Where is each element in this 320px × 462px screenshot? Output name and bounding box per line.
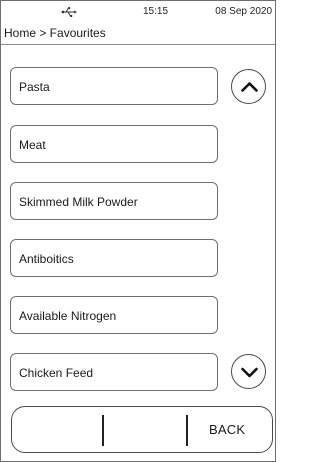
usb-icon	[61, 6, 77, 17]
device-screen: 15:15 08 Sep 2020 Home > Favourites Past…	[0, 0, 276, 462]
chevron-up-icon	[241, 82, 258, 92]
favourite-item-antiboitics[interactable]: Antiboitics	[10, 239, 218, 277]
favourite-item-label: Available Nitrogen	[19, 309, 117, 323]
favourite-item-label: Meat	[19, 138, 46, 152]
back-button-label: BACK	[209, 422, 246, 437]
favourite-item-skimmed-milk-powder[interactable]: Skimmed Milk Powder	[10, 182, 218, 220]
favourite-item-pasta[interactable]: Pasta	[10, 67, 218, 105]
favourite-item-chicken-feed[interactable]: Chicken Feed	[10, 353, 218, 391]
breadcrumb: Home > Favourites	[4, 26, 106, 40]
scroll-down-button[interactable]	[231, 354, 266, 389]
favourite-item-meat[interactable]: Meat	[10, 125, 218, 163]
back-button[interactable]: BACK	[188, 407, 272, 452]
bottom-left-button[interactable]	[12, 407, 102, 452]
favourite-item-label: Antiboitics	[19, 252, 74, 266]
bottom-middle-button[interactable]	[104, 407, 186, 452]
chevron-down-icon	[241, 367, 258, 378]
status-bar: 15:15 08 Sep 2020	[1, 1, 275, 23]
status-time: 15:15	[143, 6, 169, 17]
favourite-item-label: Pasta	[19, 80, 50, 94]
favourite-item-available-nitrogen[interactable]: Available Nitrogen	[10, 296, 218, 334]
scroll-up-button[interactable]	[231, 69, 266, 104]
favourite-item-label: Chicken Feed	[19, 366, 94, 380]
status-date: 08 Sep 2020	[215, 6, 272, 17]
favourite-item-label: Skimmed Milk Powder	[19, 195, 138, 209]
bottom-button-bar: BACK	[11, 406, 273, 453]
header-divider	[1, 44, 275, 45]
